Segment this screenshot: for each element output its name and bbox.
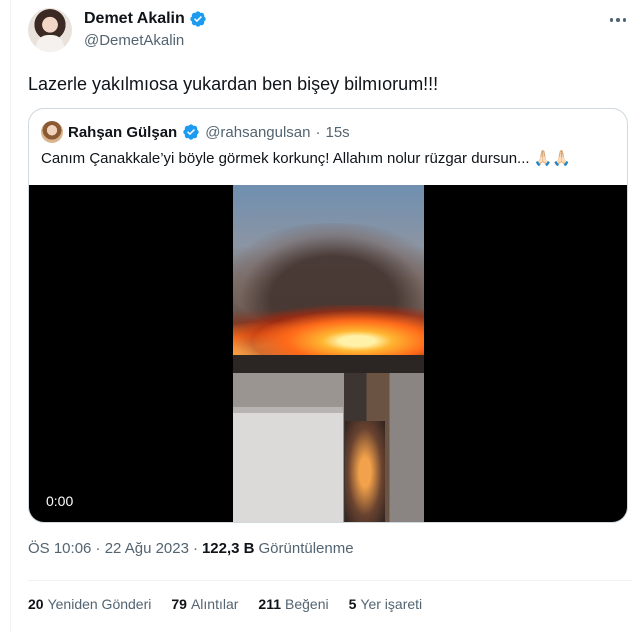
quotes-count: 79 [171, 596, 187, 612]
likes-count: 211 [258, 596, 282, 612]
quoted-tweet-header: Rahşan Gülşan @rahsangulsan · 15s [41, 121, 350, 143]
author-avatar[interactable] [28, 8, 72, 52]
video-player[interactable]: 0:00 [29, 185, 627, 522]
left-border [10, 0, 11, 632]
views-count: 122,3 B [201, 540, 255, 557]
quoted-timestamp[interactable]: 15s [326, 124, 350, 141]
reposts-count: 20 [28, 596, 44, 612]
tweet-timestamp[interactable]: ÖS 10:06 · 22 Ağu 2023 [28, 540, 189, 557]
video-thumbnail [233, 185, 424, 522]
bookmarks-stat[interactable]: 5 Yer işareti [349, 596, 423, 612]
quoted-author-handle[interactable]: @rahsangulsan [205, 124, 310, 141]
tweet-meta: ÖS 10:06 · 22 Ağu 2023 · 122,3 B Görüntü… [28, 540, 354, 557]
more-options-button[interactable] [606, 10, 630, 30]
engagement-stats: 20 Yeniden Gönderi 79 Alıntılar 211 Beğeni … [28, 596, 422, 612]
reposts-label: Yeniden Gönderi [47, 596, 152, 612]
quotes-stat[interactable]: 79 Alıntılar [171, 596, 238, 612]
author-display-name[interactable]: Demet Akalin [84, 10, 185, 28]
video-timestamp: 0:00 [46, 493, 74, 509]
quoted-tweet-card[interactable]: Rahşan Gülşan @rahsangulsan · 15s Canım … [28, 108, 628, 523]
tweet-text: Lazerle yakılmıosa yukardan ben bişey bi… [28, 74, 439, 94]
quoted-author-avatar[interactable] [41, 121, 63, 143]
meta-separator-dot: · [192, 540, 198, 557]
quoted-separator-dot: · [315, 123, 321, 141]
quoted-author-name[interactable]: Rahşan Gülşan [68, 124, 177, 141]
views-label: Görüntülenme [258, 540, 354, 557]
bookmarks-count: 5 [348, 596, 357, 612]
quoted-verified-badge-icon [183, 124, 199, 140]
likes-label: Beğeni [285, 596, 329, 612]
verified-badge-icon [190, 11, 206, 27]
more-horizontal-icon [609, 18, 614, 22]
bookmarks-label: Yer işareti [360, 596, 423, 612]
praying-hands-emoji: 🙏🏻🙏🏻 [533, 150, 571, 167]
reposts-stat[interactable]: 20 Yeniden Gönderi [28, 596, 151, 612]
quoted-tweet-text-body: Canım Çanakkale’yi böyle görmek korkunç!… [41, 150, 530, 167]
tweet-header: Demet Akalin @DemetAkalin [28, 8, 632, 52]
quoted-tweet-text: Canım Çanakkale’yi böyle görmek korkunç!… [41, 149, 571, 169]
quotes-label: Alıntılar [190, 596, 239, 612]
divider [28, 580, 632, 581]
likes-stat[interactable]: 211 Beğeni [258, 596, 328, 612]
author-handle[interactable]: @DemetAkalin [84, 32, 184, 49]
author-name-row: Demet Akalin [84, 10, 207, 28]
